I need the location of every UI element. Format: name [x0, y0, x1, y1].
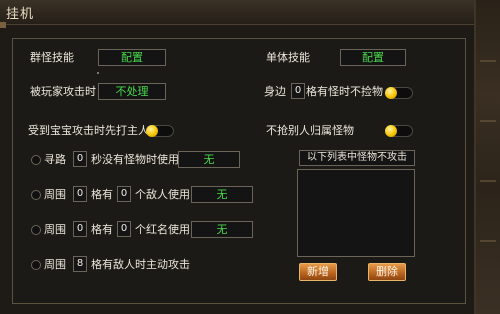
area2-range-input[interactable]: 0 — [73, 221, 87, 237]
path-item-select[interactable]: 无 — [178, 151, 240, 168]
area1-item-select[interactable]: 无 — [191, 186, 253, 203]
area1-radio[interactable] — [31, 190, 41, 200]
area3-range-input[interactable]: 8 — [73, 256, 87, 272]
path-suffix-label: 秒没有怪物时使用 — [91, 153, 179, 166]
pet-attack-toggle[interactable] — [146, 125, 174, 137]
delete-button[interactable]: 删除 — [368, 263, 406, 281]
area2-label: 周围 — [44, 223, 66, 236]
pet-attack-label: 受到宝宝攻击时先打主人 — [28, 124, 149, 137]
exclude-monster-list[interactable] — [297, 169, 415, 257]
toggle-knob-icon — [385, 125, 397, 137]
area1-suffix-label: 个敌人使用 — [135, 188, 190, 201]
area1-mid-label: 格有 — [91, 188, 113, 201]
single-skill-config-button[interactable]: 配置 — [340, 49, 406, 66]
side-range-input[interactable]: 0 — [291, 83, 305, 99]
area1-label: 周围 — [44, 188, 66, 201]
area1-count-input[interactable]: 0 — [117, 186, 131, 202]
area2-mid-label: 格有 — [91, 223, 113, 236]
hangup-window: 挂机 群怪技能 配置 单体技能 配置 被玩家攻击时 不处理 身边 0 格有怪时不… — [0, 0, 476, 314]
window-title: 挂机 — [6, 7, 35, 22]
area3-radio[interactable] — [31, 260, 41, 270]
no-grab-label: 不抢别人归属怪物 — [266, 124, 354, 137]
area3-suffix-label: 格有敌人时主动攻击 — [91, 258, 190, 271]
path-radio[interactable] — [31, 155, 41, 165]
toggle-knob-icon — [146, 125, 158, 137]
area2-suffix-label: 个红名使用 — [135, 223, 190, 236]
toggle-knob-icon — [385, 87, 397, 99]
attacked-by-player-label: 被玩家攻击时 — [30, 85, 96, 98]
side-label: 身边 — [264, 85, 286, 98]
background-scenery — [476, 0, 500, 314]
path-seconds-input[interactable]: 0 — [73, 151, 87, 167]
area3-label: 周围 — [44, 258, 66, 271]
attacked-by-player-select[interactable]: 不处理 — [98, 83, 166, 100]
group-skill-label: 群怪技能 — [30, 51, 74, 64]
exclude-list-header: 以下列表中怪物不攻击 — [299, 150, 415, 166]
single-skill-label: 单体技能 — [266, 51, 310, 64]
group-skill-config-button[interactable]: 配置 — [98, 49, 166, 66]
add-button[interactable]: 新增 — [299, 263, 337, 281]
area2-radio[interactable] — [31, 225, 41, 235]
stray-dot — [97, 72, 99, 74]
path-label: 寻路 — [44, 153, 66, 166]
no-grab-toggle[interactable] — [385, 125, 413, 137]
window-titlebar[interactable]: 挂机 — [0, 0, 474, 25]
no-pickup-toggle[interactable] — [385, 87, 413, 99]
area2-item-select[interactable]: 无 — [191, 221, 253, 238]
corner-decoration-icon — [0, 22, 6, 28]
side-suffix-label: 格有怪时不捡物 — [306, 85, 383, 98]
area2-count-input[interactable]: 0 — [117, 221, 131, 237]
area1-range-input[interactable]: 0 — [73, 186, 87, 202]
